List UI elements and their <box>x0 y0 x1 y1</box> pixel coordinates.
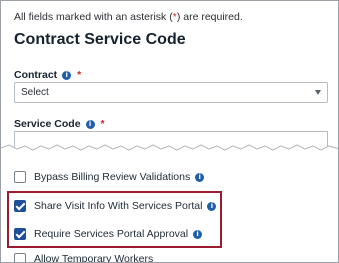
option-allow-temp-workers[interactable]: Allow Temporary Workers <box>14 253 153 262</box>
contract-select[interactable]: Select <box>14 82 328 103</box>
option-require-portal-approval[interactable]: Require Services Portal Approval i <box>14 228 203 240</box>
info-icon[interactable]: i <box>195 172 205 182</box>
form-panel: All fields marked with an asterisk (*) a… <box>0 0 339 263</box>
checkbox-checked[interactable] <box>14 200 26 212</box>
option-bypass-billing[interactable]: Bypass Billing Review Validations i <box>14 171 205 183</box>
torn-edge <box>1 144 338 156</box>
info-icon[interactable]: i <box>193 229 203 239</box>
service-code-label: Service Code i * <box>14 118 105 130</box>
contract-label: Contract i * <box>14 69 82 81</box>
info-icon[interactable]: i <box>62 70 72 80</box>
option-share-visit-info[interactable]: Share Visit Info With Services Portal i <box>14 200 217 212</box>
info-icon[interactable]: i <box>207 201 217 211</box>
required-note: All fields marked with an asterisk (*) a… <box>14 11 243 23</box>
checkbox[interactable] <box>14 253 26 262</box>
chevron-down-icon <box>315 90 321 95</box>
checkbox-checked[interactable] <box>14 228 26 240</box>
info-icon[interactable]: i <box>85 119 95 129</box>
checkbox[interactable] <box>14 171 26 183</box>
page-title: Contract Service Code <box>14 31 186 48</box>
